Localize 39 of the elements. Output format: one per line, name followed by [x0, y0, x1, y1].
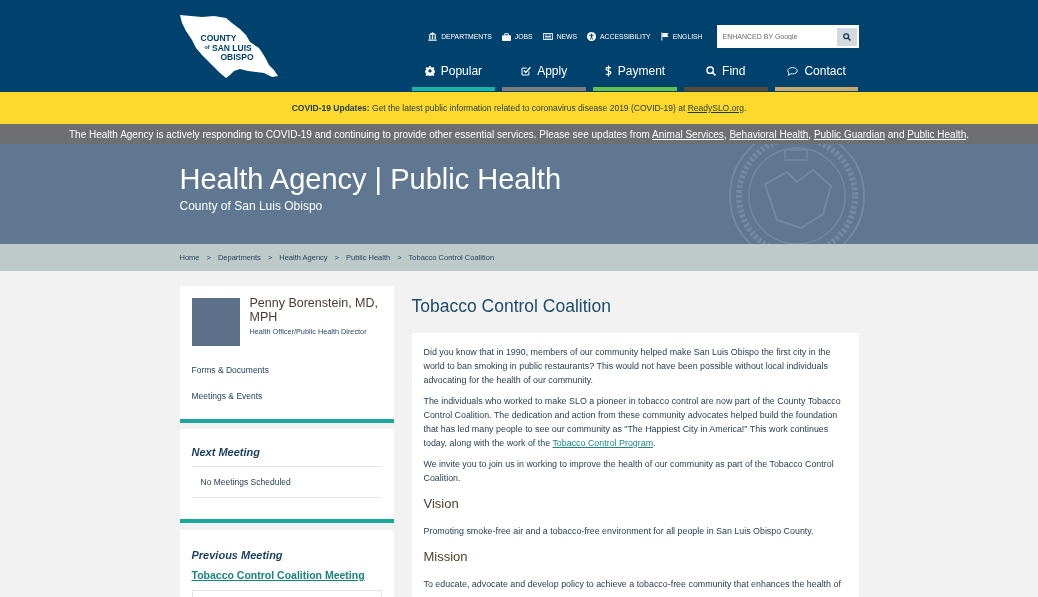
newspaper-icon	[542, 33, 553, 40]
notice-link[interactable]: Public Guardian	[813, 128, 886, 140]
nav-link[interactable]: Payment	[593, 61, 677, 81]
profile-name: Penny Borenstein, MD, MPH	[249, 296, 380, 324]
search-icon	[706, 66, 717, 76]
photo-placeholder	[191, 298, 240, 346]
nav-link[interactable]: Contact	[774, 61, 859, 81]
section-heading: Vision	[423, 495, 459, 513]
dollar-icon	[604, 65, 612, 77]
alert-link[interactable]: ReadySLO.org	[687, 103, 744, 113]
speech-bubble-icon	[787, 66, 799, 76]
page-subtitle: County of San Luis Obispo	[179, 199, 323, 214]
card-heading: Previous Meeting	[191, 548, 283, 562]
meeting-link[interactable]: Tobacco Control Coalition Meeting	[191, 567, 365, 583]
accessibility-icon	[587, 32, 597, 41]
search-icon	[842, 32, 851, 41]
body-paragraph: We invite you to join us in working to improve the health of our community as part of the Tobacco Control Coalition.	[423, 458, 835, 485]
alert-message: COVID-19 Updates: Get the latest public information related to coronavirus disease 2019 (COVID-19) at ReadySLO.org.	[291, 103, 747, 113]
meeting-item: No Meetings Scheduled	[191, 467, 382, 498]
sidebar-link[interactable]: Meetings & Events	[191, 383, 263, 409]
section-heading: Mission	[423, 548, 468, 566]
nav-link[interactable]: Popular	[411, 61, 496, 81]
card-heading: Next Meeting	[191, 445, 260, 459]
page-heading: Tobacco Control Coalition	[411, 295, 611, 318]
body-paragraph: The individuals who worked to make SLO a pioneer in tobacco control are now part of the County Tobacco Control Coalition. The dedication and action from these community advocates helped build the foundation that has led many people to see our community as "The Happiest City in America!" This work continues today, along with the work of the Tobacco Control Program.	[423, 395, 842, 450]
sidebar-link[interactable]: Forms & Documents	[191, 357, 269, 383]
notice-message: The Health Agency is actively responding to COVID-19 and continuing to provide other essential services. Please see updates from Animal Services, Behavioral Health, Public Guardian and Public Health.	[69, 128, 969, 140]
bank-icon	[428, 32, 438, 41]
briefcase-icon	[501, 32, 511, 41]
body-paragraph: To educate, advocate and develop policy to achieve a tobacco-free community that enhances the health of	[423, 578, 842, 591]
page-title: Health Agency | Public Health	[179, 164, 562, 195]
body-paragraph: Promoting smoke-free air and a tobacco-free environment for all people in San Luis Obispo County.	[423, 525, 815, 538]
gear-icon	[424, 66, 435, 76]
body-paragraph: Did you know that in 1990, members of our community helped make San Luis Obispo the first city in the world to ban smoking in public restaurants? This would not have been possible without local individuals advocating for the health of our community.	[423, 346, 832, 387]
nav-link[interactable]: Find	[683, 61, 768, 81]
nav-link[interactable]: Apply	[502, 61, 587, 81]
checkbox-icon	[521, 66, 532, 76]
flag-icon	[660, 32, 669, 41]
notice-link[interactable]: Animal Services	[652, 128, 724, 140]
